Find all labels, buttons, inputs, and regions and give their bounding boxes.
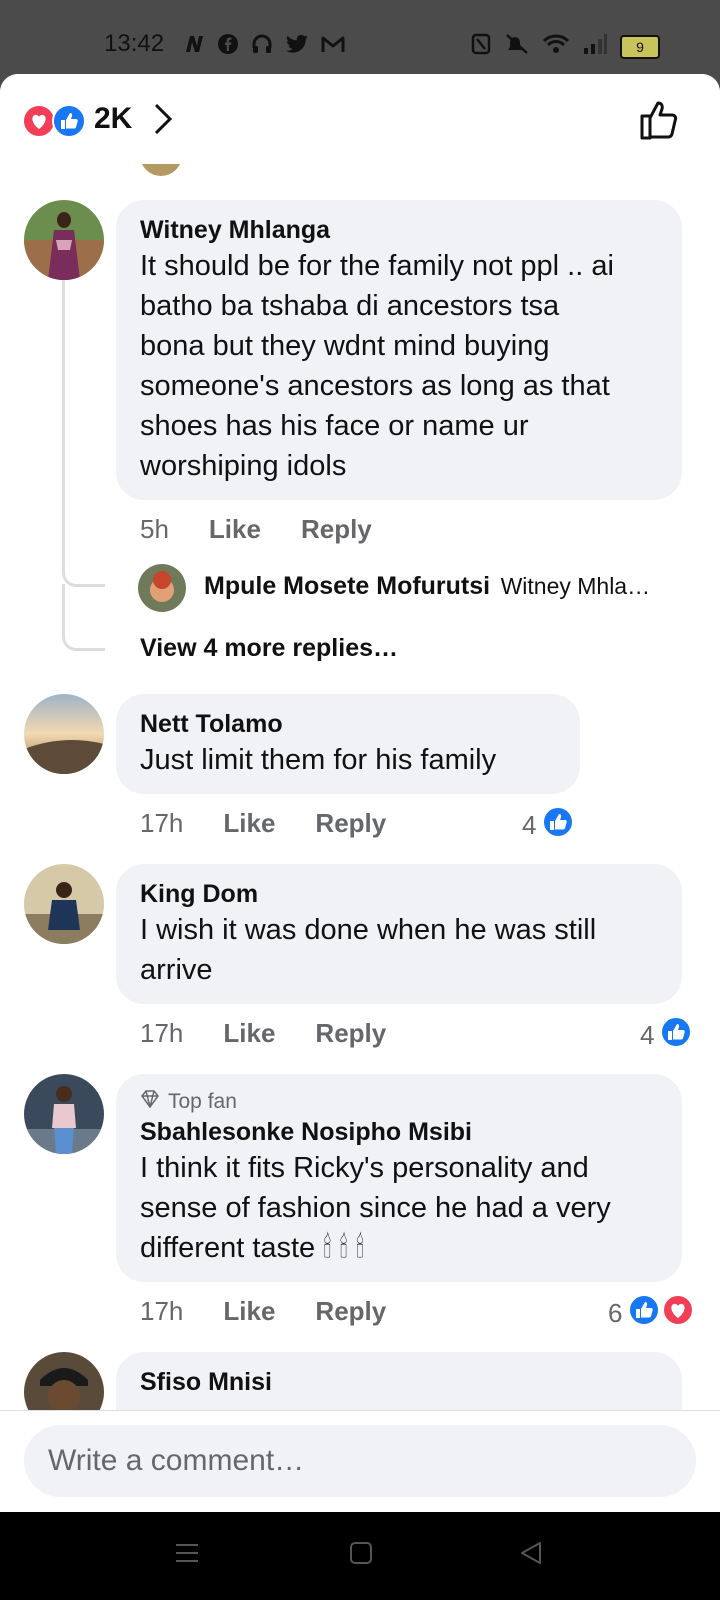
comment-text-line: sense of fashion since he had a very <box>140 1192 611 1224</box>
thread-line <box>62 280 105 587</box>
comment-composer: Write a comment… <box>0 1410 720 1512</box>
comment-text-line: batho ba tshaba di ancestors tsa <box>140 290 560 322</box>
reaction-count: 6 <box>608 1298 623 1328</box>
battery-indicator: 9 <box>620 34 660 59</box>
comment-bubble[interactable]: Top fan Sbahlesonke Nosipho Msibi I thin… <box>116 1074 682 1282</box>
comment-text-line: Just limit them for his family <box>140 744 497 776</box>
reaction-icons[interactable] <box>22 104 88 138</box>
comment-text-line: It should be for the family not ppl .. a… <box>140 250 614 282</box>
comment-text-line: I wish it was done when he was still <box>140 914 597 946</box>
reply-button[interactable]: Reply <box>301 514 372 545</box>
comment-time: 5h <box>140 514 169 544</box>
love-reaction-icon <box>662 1294 695 1333</box>
top-fan-badge: Top fan <box>140 1088 660 1116</box>
comment-text-line: different taste 🕯 🕯 🕯 <box>140 1232 365 1264</box>
comment-time: 17h <box>140 808 184 838</box>
comment-bubble[interactable]: Nett Tolamo Just limit them for his fami… <box>116 694 580 794</box>
avatar[interactable] <box>24 864 104 944</box>
comment-actions: 17h Like Reply <box>140 1018 386 1049</box>
comment-input[interactable]: Write a comment… <box>24 1425 696 1497</box>
comment-list[interactable]: Witney Mhlanga It should be for the fami… <box>0 164 720 1484</box>
comment-actions: 17h Like Reply <box>140 808 386 839</box>
comment-text-line: bona but they wdnt mind buying <box>140 330 550 362</box>
status-time: 13:42 <box>104 30 165 57</box>
reply-text: Witney Mhla… <box>500 573 651 599</box>
like-reaction-icon <box>660 1016 693 1055</box>
avatar <box>140 164 182 176</box>
reply-button[interactable]: Reply <box>315 1296 386 1327</box>
reaction-count: 4 <box>640 1020 655 1050</box>
avatar[interactable] <box>138 564 186 612</box>
notification-n-icon <box>182 32 206 61</box>
facebook-icon <box>216 32 240 61</box>
mute-icon <box>504 32 530 61</box>
comments-sheet: 2K Witney Mhlanga It should be for the f… <box>0 74 720 1512</box>
comment-author[interactable]: Nett Tolamo <box>140 708 558 740</box>
comment-author[interactable]: Witney Mhlanga <box>140 214 660 246</box>
comment-reactions[interactable]: 4 <box>640 1016 693 1055</box>
comment-author[interactable]: King Dom <box>140 878 660 910</box>
reply-preview[interactable]: Mpule Mosete Mofurutsi Witney Mhla… <box>204 572 694 601</box>
comment-reactions[interactable]: 6 <box>608 1294 695 1333</box>
comment-text-line: someone's ancestors as long as that <box>140 370 610 402</box>
comment-actions: 5h Like Reply <box>140 514 372 545</box>
back-icon[interactable] <box>518 1540 544 1571</box>
comment-author[interactable]: Sbahlesonke Nosipho Msibi <box>140 1116 660 1148</box>
avatar[interactable] <box>24 694 104 774</box>
gmail-icon <box>320 33 346 60</box>
comment-text-line: worshiping idols <box>140 450 347 482</box>
system-navigation-bar <box>0 1512 720 1600</box>
comment-bubble[interactable]: Witney Mhlanga It should be for the fami… <box>116 200 682 500</box>
reaction-count[interactable]: 2K <box>94 102 132 136</box>
like-reaction-icon <box>542 806 575 845</box>
comment-text-line: shoes has his face or name ur <box>140 410 529 442</box>
status-system-icons: 9 <box>470 32 660 61</box>
avatar[interactable] <box>24 200 104 280</box>
comment-text-line: I think it fits Ricky's personality and <box>140 1152 589 1184</box>
wifi-icon <box>542 32 570 61</box>
top-fan-label: Top fan <box>168 1090 237 1113</box>
chevron-right-icon[interactable] <box>152 102 174 141</box>
like-post-icon[interactable] <box>638 98 682 147</box>
comment-bubble[interactable]: King Dom I wish it was done when he was … <box>116 864 682 1004</box>
status-app-icons <box>182 32 346 61</box>
reply-button[interactable]: Reply <box>315 1018 386 1049</box>
thread-line <box>62 584 105 651</box>
like-button[interactable]: Like <box>209 514 261 545</box>
like-button[interactable]: Like <box>223 1296 275 1327</box>
comment-author[interactable]: Sfiso Mnisi <box>140 1366 660 1398</box>
signal-icon <box>582 32 608 61</box>
nfc-icon <box>470 32 492 61</box>
avatar[interactable] <box>24 1074 104 1154</box>
like-button[interactable]: Like <box>223 808 275 839</box>
diamond-icon <box>140 1088 160 1116</box>
like-reaction-icon <box>628 1294 661 1333</box>
twitter-icon <box>284 32 310 61</box>
comment-actions: 17h Like Reply <box>140 1296 386 1327</box>
comment-time: 17h <box>140 1296 184 1326</box>
menu-icon[interactable] <box>174 1540 200 1571</box>
reactions-header: 2K <box>0 74 720 164</box>
reply-author[interactable]: Mpule Mosete Mofurutsi <box>204 572 490 600</box>
comment-reactions[interactable]: 4 <box>522 806 575 845</box>
reaction-count: 4 <box>522 810 537 840</box>
home-icon[interactable] <box>348 1540 374 1571</box>
comment-time: 17h <box>140 1018 184 1048</box>
comment-text-line: arrive <box>140 954 213 986</box>
like-button[interactable]: Like <box>223 1018 275 1049</box>
headphones-icon <box>250 32 274 61</box>
view-more-replies-link[interactable]: View 4 more replies… <box>140 634 398 663</box>
reply-button[interactable]: Reply <box>315 808 386 839</box>
